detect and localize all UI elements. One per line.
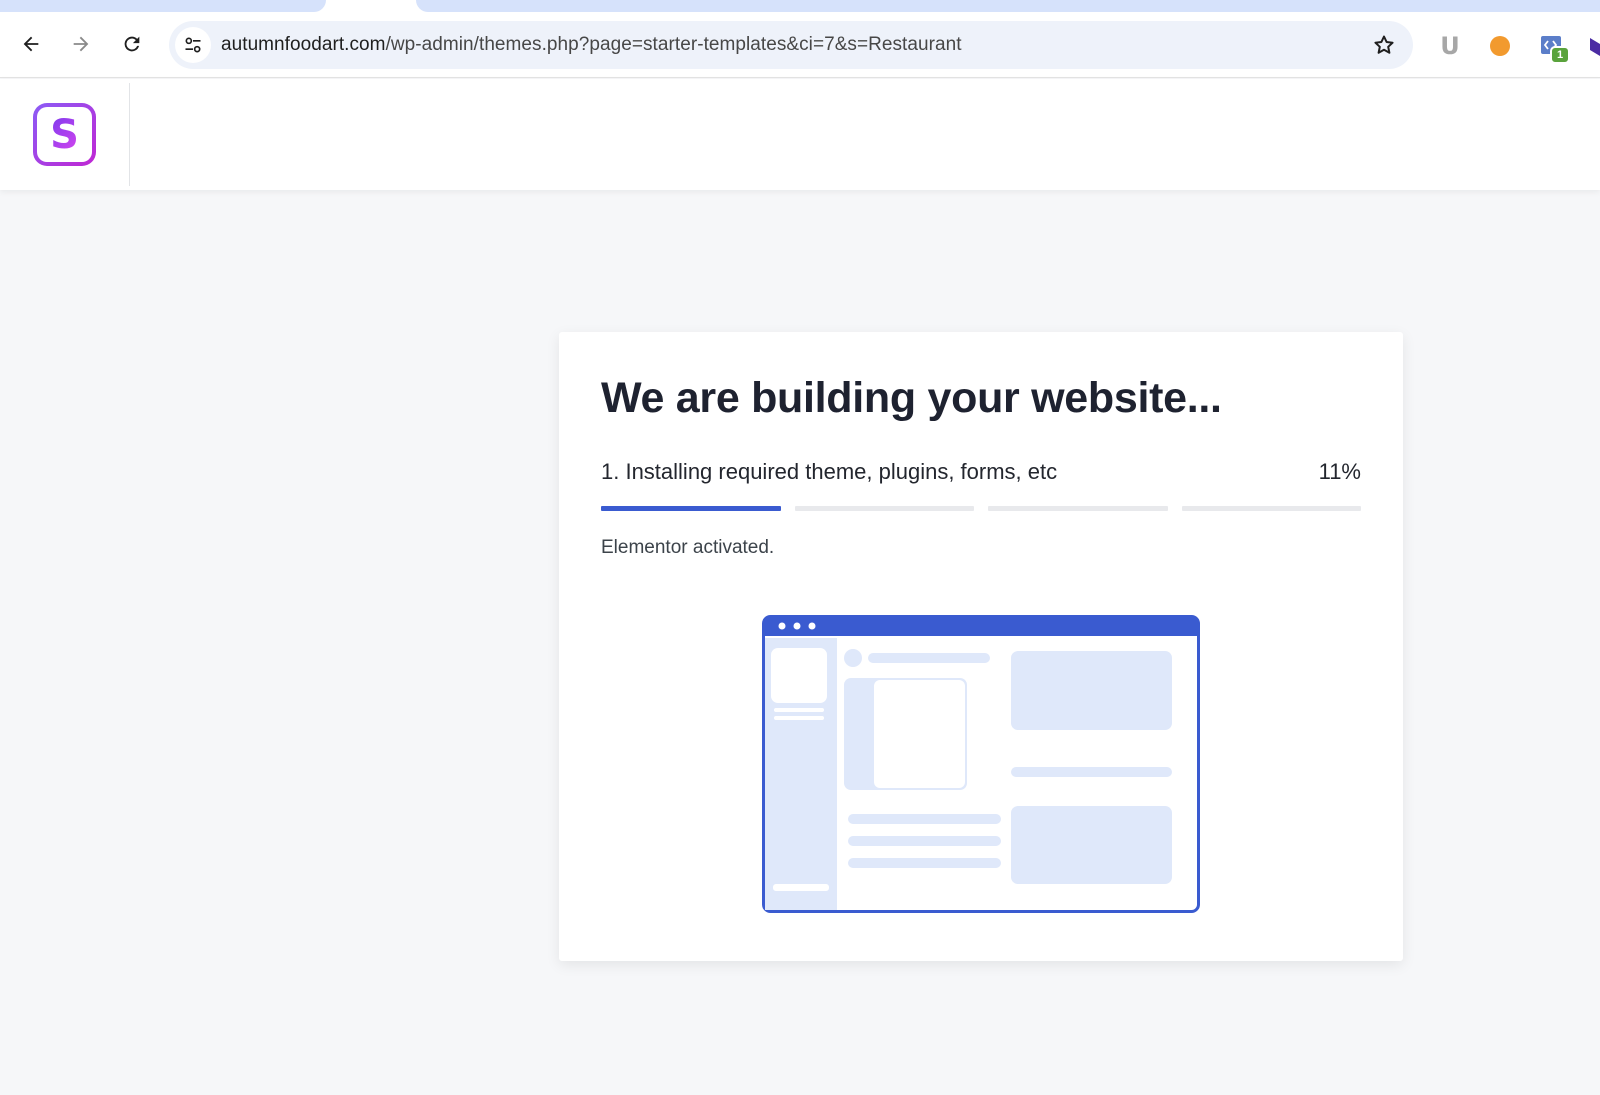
extension-half-circle-button[interactable] — [1486, 32, 1514, 60]
browser-toolbar: autumnfoodart.com/wp-admin/themes.php?pa… — [0, 12, 1600, 78]
build-progress-card: We are building your website... 1. Insta… — [559, 332, 1403, 961]
logo-inner: S — [37, 107, 92, 162]
window-dot-icon — [778, 622, 786, 630]
half-circle-logo-icon — [1490, 36, 1510, 56]
illustration-header-line — [868, 653, 990, 663]
status-message: Elementor activated. — [601, 537, 775, 558]
progress-segment — [988, 506, 1168, 511]
illustration-content-block — [1011, 806, 1172, 884]
forward-button[interactable] — [65, 28, 97, 60]
progress-bar — [601, 506, 1361, 511]
progress-segment — [601, 506, 781, 511]
reload-button[interactable] — [116, 28, 148, 60]
starter-templates-logo[interactable]: S — [33, 103, 96, 166]
extension-u-icon: U — [1440, 32, 1460, 60]
back-arrow-icon — [23, 36, 39, 52]
site-info-button[interactable] — [175, 27, 211, 63]
page-title: We are building your website... — [601, 374, 1222, 422]
extension-partial-button[interactable] — [1586, 32, 1600, 60]
progress-segment-fill — [601, 506, 781, 511]
website-builder-illustration — [762, 615, 1200, 913]
illustration-text-line — [848, 858, 1001, 868]
reload-icon — [124, 36, 140, 52]
illustration-title-bar — [763, 616, 1199, 636]
progress-percent: 11% — [1318, 459, 1361, 484]
logo-s-icon: S — [50, 111, 79, 158]
extension-u-button[interactable]: U — [1436, 32, 1464, 60]
illustration-sidebar-card — [771, 648, 827, 703]
app-header: S — [0, 79, 1600, 190]
address-bar[interactable]: autumnfoodart.com/wp-admin/themes.php?pa… — [169, 21, 1413, 69]
tab-strip — [0, 0, 1600, 12]
extension-code-button[interactable]: 1 — [1538, 32, 1570, 64]
tab-inactive-left[interactable] — [0, 0, 326, 12]
window-dot-icon — [808, 622, 816, 630]
illustration-text-line — [848, 814, 1001, 824]
progress-segment — [794, 506, 974, 511]
url-path: /wp-admin/themes.php?page=starter-templa… — [385, 34, 962, 55]
illustration-content-line — [1011, 767, 1172, 777]
star-icon — [1374, 35, 1394, 54]
tab-inactive-right[interactable] — [416, 0, 1600, 12]
url-text[interactable]: autumnfoodart.com/wp-admin/themes.php?pa… — [221, 34, 962, 56]
illustration-sidebar-line — [774, 708, 824, 712]
illustration-sidebar-footer — [773, 884, 829, 891]
current-step-label: 1. Installing required theme, plugins, f… — [601, 459, 1058, 484]
illustration-image-inner — [874, 680, 965, 788]
header-divider — [129, 83, 130, 186]
illustration-sidebar-line — [774, 716, 824, 720]
illustration-avatar — [844, 649, 862, 667]
illustration-text-line — [848, 836, 1001, 846]
url-domain: autumnfoodart.com — [221, 34, 386, 55]
window-dot-icon — [793, 622, 801, 630]
tune-icon — [185, 37, 201, 53]
bookmark-button[interactable] — [1371, 32, 1397, 58]
forward-arrow-icon — [73, 36, 89, 52]
progress-segment — [1181, 506, 1361, 511]
extension-badge: 1 — [1550, 46, 1570, 64]
illustration-content-block — [1011, 651, 1172, 730]
back-button[interactable] — [15, 28, 47, 60]
extension-purple-icon — [1590, 38, 1600, 56]
